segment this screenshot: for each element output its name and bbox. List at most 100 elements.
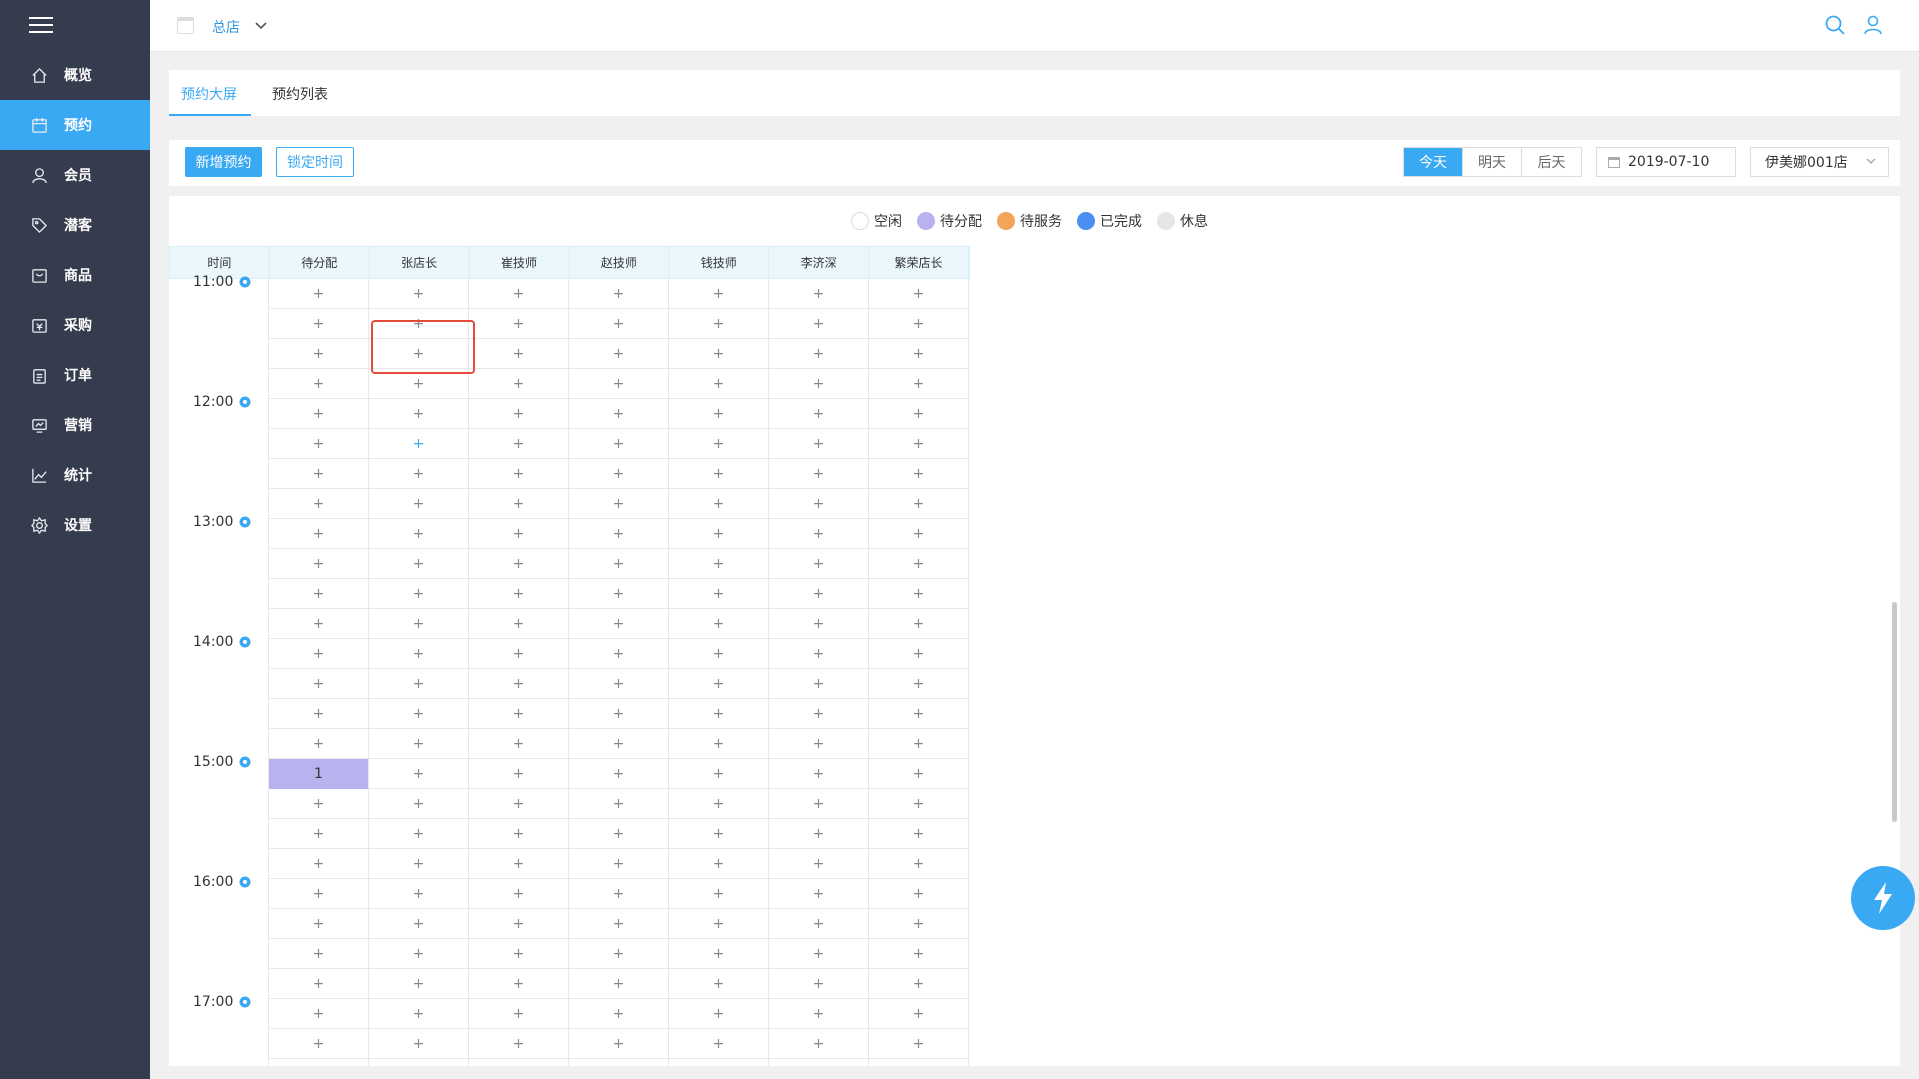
add-slot-button[interactable]: + <box>669 939 769 969</box>
add-slot-button[interactable]: + <box>569 1029 669 1059</box>
add-slot-button[interactable]: + <box>869 459 969 489</box>
add-slot-button[interactable]: + <box>869 519 969 549</box>
add-slot-button[interactable]: + <box>469 729 569 759</box>
add-slot-button[interactable]: + <box>369 939 469 969</box>
add-slot-button[interactable]: + <box>269 879 369 909</box>
add-slot-button[interactable]: + <box>669 789 769 819</box>
add-slot-button[interactable]: + <box>269 279 369 309</box>
search-icon[interactable] <box>1824 14 1846 36</box>
add-slot-button[interactable]: + <box>269 789 369 819</box>
add-slot-button[interactable]: + <box>669 339 769 369</box>
add-slot-button[interactable]: + <box>369 369 469 399</box>
sidebar-item-tag[interactable]: 潜客 <box>0 200 150 250</box>
add-slot-button[interactable]: + <box>369 849 469 879</box>
add-slot-button[interactable]: + <box>369 519 469 549</box>
add-slot-button[interactable]: + <box>469 369 569 399</box>
add-slot-button[interactable]: + <box>569 489 669 519</box>
store-selector[interactable]: 总店 <box>212 17 240 37</box>
add-slot-button[interactable]: + <box>469 1029 569 1059</box>
add-slot-button[interactable]: + <box>669 609 769 639</box>
add-slot-button[interactable]: + <box>269 969 369 999</box>
add-slot-button[interactable]: + <box>869 399 969 429</box>
add-slot-button[interactable]: + <box>869 339 969 369</box>
add-slot-button[interactable]: + <box>369 429 469 459</box>
add-slot-button[interactable]: + <box>569 399 669 429</box>
add-slot-button[interactable]: + <box>269 849 369 879</box>
add-slot-button[interactable]: + <box>669 459 769 489</box>
add-slot-button[interactable]: + <box>869 489 969 519</box>
add-slot-button[interactable]: + <box>269 369 369 399</box>
add-slot-button[interactable]: + <box>369 609 469 639</box>
add-slot-button[interactable]: + <box>569 519 669 549</box>
add-slot-button[interactable]: + <box>269 339 369 369</box>
add-slot-button[interactable]: + <box>469 759 569 789</box>
user-icon[interactable] <box>1862 14 1884 36</box>
tab-reservation-board[interactable]: 预约大屏 <box>169 84 251 116</box>
sidebar-item-purchase[interactable]: 采购 <box>0 300 150 350</box>
add-slot-button[interactable]: + <box>869 279 969 309</box>
add-slot-button[interactable]: + <box>569 819 669 849</box>
add-slot-button[interactable]: + <box>769 849 869 879</box>
add-slot-button[interactable]: + <box>769 969 869 999</box>
add-slot-button[interactable]: + <box>569 429 669 459</box>
add-slot-button[interactable]: + <box>669 879 769 909</box>
day-today-button[interactable]: 今天 <box>1404 148 1463 176</box>
sidebar-item-marketing[interactable]: 营销 <box>0 400 150 450</box>
add-slot-button[interactable]: + <box>269 639 369 669</box>
add-slot-button[interactable]: + <box>469 339 569 369</box>
add-slot-button[interactable]: + <box>769 609 869 639</box>
add-slot-button[interactable]: + <box>869 909 969 939</box>
booked-slot[interactable]: 1 <box>269 759 369 789</box>
add-slot-button[interactable]: + <box>669 909 769 939</box>
add-slot-button[interactable]: + <box>769 429 869 459</box>
add-slot-button[interactable]: + <box>669 819 769 849</box>
sidebar-item-calendar[interactable]: 预约 <box>0 100 150 150</box>
add-slot-button[interactable]: + <box>669 759 769 789</box>
add-slot-button[interactable]: + <box>869 849 969 879</box>
add-slot-button[interactable]: + <box>469 939 569 969</box>
add-slot-button[interactable]: + <box>869 369 969 399</box>
add-slot-button[interactable]: + <box>569 969 669 999</box>
add-slot-button[interactable]: + <box>269 669 369 699</box>
add-slot-button[interactable]: + <box>569 669 669 699</box>
add-slot-button[interactable]: + <box>369 819 469 849</box>
quick-action-button[interactable] <box>1851 866 1915 930</box>
add-slot-button[interactable]: + <box>569 999 669 1029</box>
add-slot-button[interactable]: + <box>769 759 869 789</box>
add-slot-button[interactable]: + <box>469 579 569 609</box>
add-slot-button[interactable]: + <box>769 639 869 669</box>
add-slot-button[interactable]: + <box>569 339 669 369</box>
add-slot-button[interactable]: + <box>369 729 469 759</box>
add-slot-button[interactable]: + <box>469 399 569 429</box>
add-slot-button[interactable]: + <box>569 309 669 339</box>
add-slot-button[interactable]: + <box>569 939 669 969</box>
add-slot-button[interactable]: + <box>369 1029 469 1059</box>
add-slot-button[interactable]: + <box>769 699 869 729</box>
add-slot-button[interactable]: + <box>569 759 669 789</box>
sidebar-item-box[interactable]: 商品 <box>0 250 150 300</box>
add-slot-button[interactable]: + <box>669 369 769 399</box>
add-slot-button[interactable]: + <box>569 279 669 309</box>
add-slot-button[interactable]: + <box>469 519 569 549</box>
add-slot-button[interactable]: + <box>269 699 369 729</box>
add-slot-button[interactable]: + <box>569 459 669 489</box>
menu-toggle-icon[interactable] <box>29 17 53 35</box>
add-slot-button[interactable]: + <box>369 489 469 519</box>
add-slot-button[interactable]: + <box>669 429 769 459</box>
add-slot-button[interactable]: + <box>369 459 469 489</box>
add-slot-button[interactable]: + <box>369 759 469 789</box>
add-slot-button[interactable]: + <box>369 789 469 819</box>
add-slot-button[interactable]: + <box>869 549 969 579</box>
add-slot-button[interactable]: + <box>869 429 969 459</box>
sidebar-item-chart[interactable]: 统计 <box>0 450 150 500</box>
add-slot-button[interactable]: + <box>369 639 469 669</box>
add-slot-button[interactable]: + <box>469 279 569 309</box>
add-slot-button[interactable]: + <box>669 639 769 669</box>
sidebar-item-user[interactable]: 会员 <box>0 150 150 200</box>
add-slot-button[interactable]: + <box>369 309 469 339</box>
add-slot-button[interactable]: + <box>369 1059 469 1066</box>
add-slot-button[interactable]: + <box>569 789 669 819</box>
add-slot-button[interactable]: + <box>269 429 369 459</box>
add-slot-button[interactable]: + <box>269 579 369 609</box>
add-slot-button[interactable]: + <box>569 699 669 729</box>
